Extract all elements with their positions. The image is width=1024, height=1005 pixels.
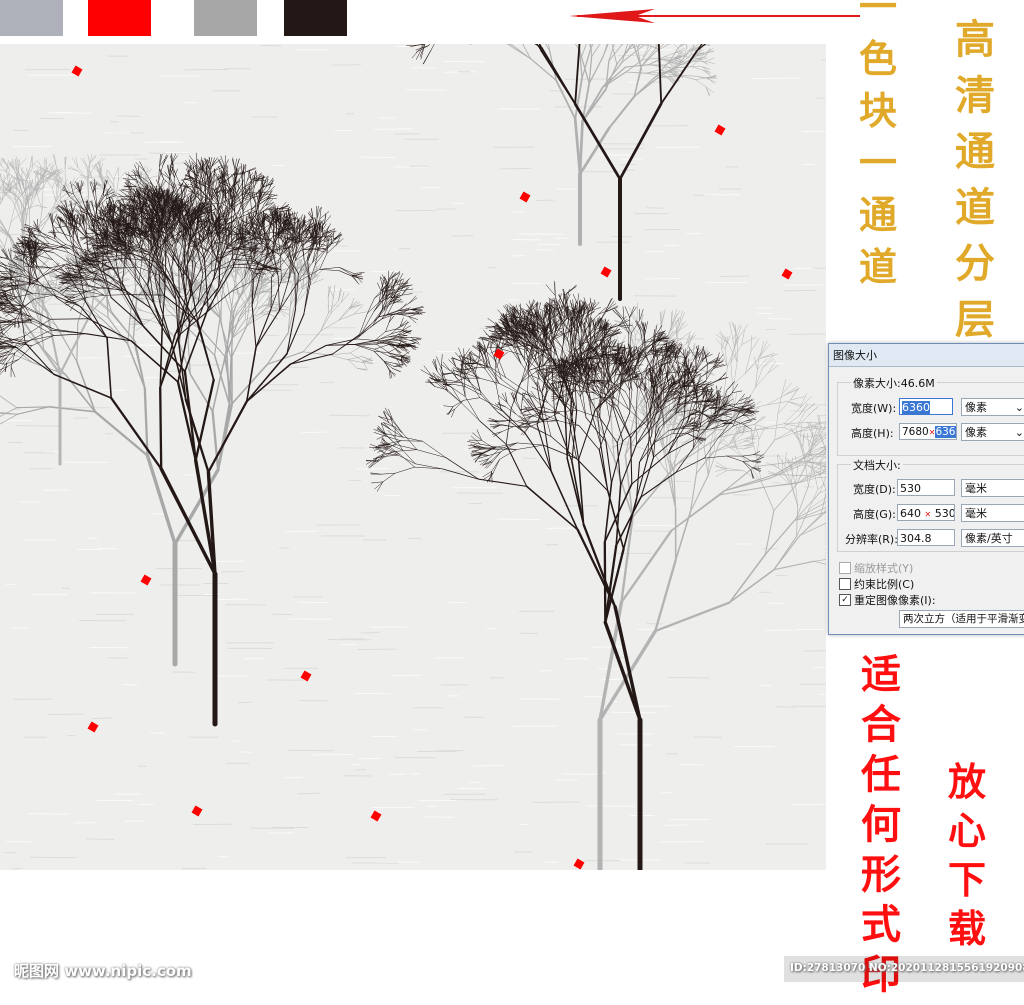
calligraphy-char: 式	[861, 905, 901, 945]
calligraphy-char: 通	[955, 132, 995, 172]
resolution-value: 304.8	[900, 532, 932, 545]
doc-height-old-value: 640	[900, 507, 921, 520]
red-diamond	[141, 575, 152, 586]
calligraphy-char: 载	[948, 910, 986, 948]
checkbox-box	[839, 562, 851, 574]
scale-styles-label: 缩放样式(Y)	[854, 560, 913, 576]
height-unit: 像素	[965, 426, 987, 439]
dialog-title-text: 图像大小	[833, 347, 877, 363]
height-value: 6360	[935, 426, 957, 438]
image-size-dialog: 图像大小 像素大小:46.6M 宽度(W): 6360 像素 ⌄ 高度(H): 7…	[828, 343, 1024, 635]
height-unit-select[interactable]: 像素 ⌄	[961, 423, 1024, 441]
red-diamond	[520, 192, 531, 203]
swatch-gray	[194, 0, 257, 36]
width-input[interactable]: 6360	[899, 398, 953, 415]
resolution-unit: 像素/英寸	[965, 532, 1013, 545]
arrow-mark-icon: ✕	[925, 510, 932, 519]
red-diamond	[574, 859, 585, 870]
doc-width-value: 530	[900, 482, 921, 495]
dialog-title: 图像大小	[829, 344, 1024, 367]
doc-size-label: 文档大小:	[851, 457, 903, 473]
constrain-proportions-checkbox[interactable]: 约束比例(C)	[839, 576, 914, 592]
calligraphy-char: 一	[859, 144, 897, 182]
calligraphy-char: 分	[955, 244, 995, 284]
width-value: 6360	[902, 401, 930, 414]
swatch-gray-blue	[0, 0, 63, 36]
resample-label: 重定图像像素(I):	[854, 592, 936, 608]
constrain-label: 约束比例(C)	[854, 576, 914, 592]
red-diamond	[88, 722, 99, 733]
calligraphy-char: 层	[955, 300, 995, 340]
doc-height-value: 530	[935, 507, 955, 520]
tree-pattern	[0, 44, 826, 870]
resolution-unit-select[interactable]: 像素/英寸	[961, 529, 1024, 547]
red-diamond	[494, 349, 505, 360]
calligraphy-char: 一	[859, 0, 897, 26]
doc-width-label: 宽度(D):	[853, 481, 896, 497]
width-unit: 像素	[965, 401, 987, 414]
pixel-size-label: 像素大小:46.6M	[851, 375, 937, 391]
doc-height-unit-select[interactable]: 毫米	[961, 504, 1024, 522]
doc-height-label: 高度(G):	[853, 506, 896, 522]
height-input[interactable]: 7680✕6360	[899, 423, 957, 440]
calligraphy-char: 道	[859, 248, 897, 286]
calligraphy-char: 色	[859, 40, 897, 78]
calligraphy-char: 高	[955, 20, 995, 60]
resample-method-select[interactable]: 两次立方（适用于平滑渐变	[899, 610, 1024, 628]
resample-method: 两次立方（适用于平滑渐变	[903, 613, 1024, 625]
label-one-block-one-channel-col: 一色块一通道	[853, 0, 903, 300]
calligraphy-char: 心	[948, 812, 986, 850]
scale-styles-checkbox[interactable]: 缩放样式(Y)	[839, 560, 913, 576]
calligraphy-char: 清	[955, 76, 995, 116]
swatch-black	[284, 0, 347, 36]
calligraphy-char: 道	[955, 188, 995, 228]
id-watermark: ID:27813070 NO:20201128155619209081	[790, 962, 1024, 974]
doc-width-input[interactable]: 530	[897, 479, 955, 496]
calligraphy-char: 适	[861, 655, 901, 695]
calligraphy-char: 形	[861, 855, 901, 895]
doc-height-input[interactable]: 640 ✕ 530	[897, 504, 955, 521]
check-icon: ✓	[839, 594, 851, 606]
calligraphy-char: 放	[948, 763, 986, 801]
doc-width-unit: 毫米	[965, 482, 987, 495]
tree-silhouette	[366, 281, 764, 870]
pixel-dimensions-group	[837, 382, 1024, 456]
doc-height-unit: 毫米	[965, 507, 987, 520]
calligraphy-char: 块	[859, 92, 897, 130]
calligraphy-char: 合	[861, 705, 901, 745]
width-label: 宽度(W):	[851, 400, 896, 416]
red-diamond	[192, 806, 203, 817]
resolution-input[interactable]: 304.8	[897, 529, 955, 546]
doc-width-unit-select[interactable]: 毫米	[961, 479, 1024, 497]
label-hd-channel-layered: 高清通道分层	[950, 20, 1000, 356]
tree-silhouette	[0, 153, 425, 724]
resample-image-checkbox[interactable]: ✓重定图像像素(I):	[839, 592, 936, 608]
calligraphy-char: 何	[861, 805, 901, 845]
site-watermark: 昵图网 www.nipic.com	[14, 960, 192, 981]
red-diamond	[782, 269, 793, 280]
swatch-red	[88, 0, 151, 36]
height-label: 高度(H):	[851, 425, 894, 441]
width-unit-select[interactable]: 像素 ⌄	[961, 398, 1024, 416]
chevron-down-icon: ⌄	[1015, 399, 1024, 416]
tree-silhouette	[469, 44, 717, 244]
label-suitable-any-print: 适合任何形式印	[856, 655, 906, 1005]
label-download-freely: 放心下载	[944, 763, 990, 959]
red-diamond	[371, 811, 382, 822]
resolution-label: 分辨率(R):	[845, 531, 898, 547]
red-diamond	[715, 125, 726, 136]
calligraphy-char: 下	[948, 861, 986, 899]
height-old-value: 7680	[902, 426, 929, 438]
left-arrow-icon	[565, 6, 865, 26]
calligraphy-char: 任	[861, 755, 901, 795]
pattern-artwork	[0, 44, 826, 870]
calligraphy-char: 通	[859, 196, 897, 234]
chevron-down-icon: ⌄	[1015, 424, 1024, 441]
checkbox-box	[839, 578, 851, 590]
red-diamond	[601, 267, 612, 278]
